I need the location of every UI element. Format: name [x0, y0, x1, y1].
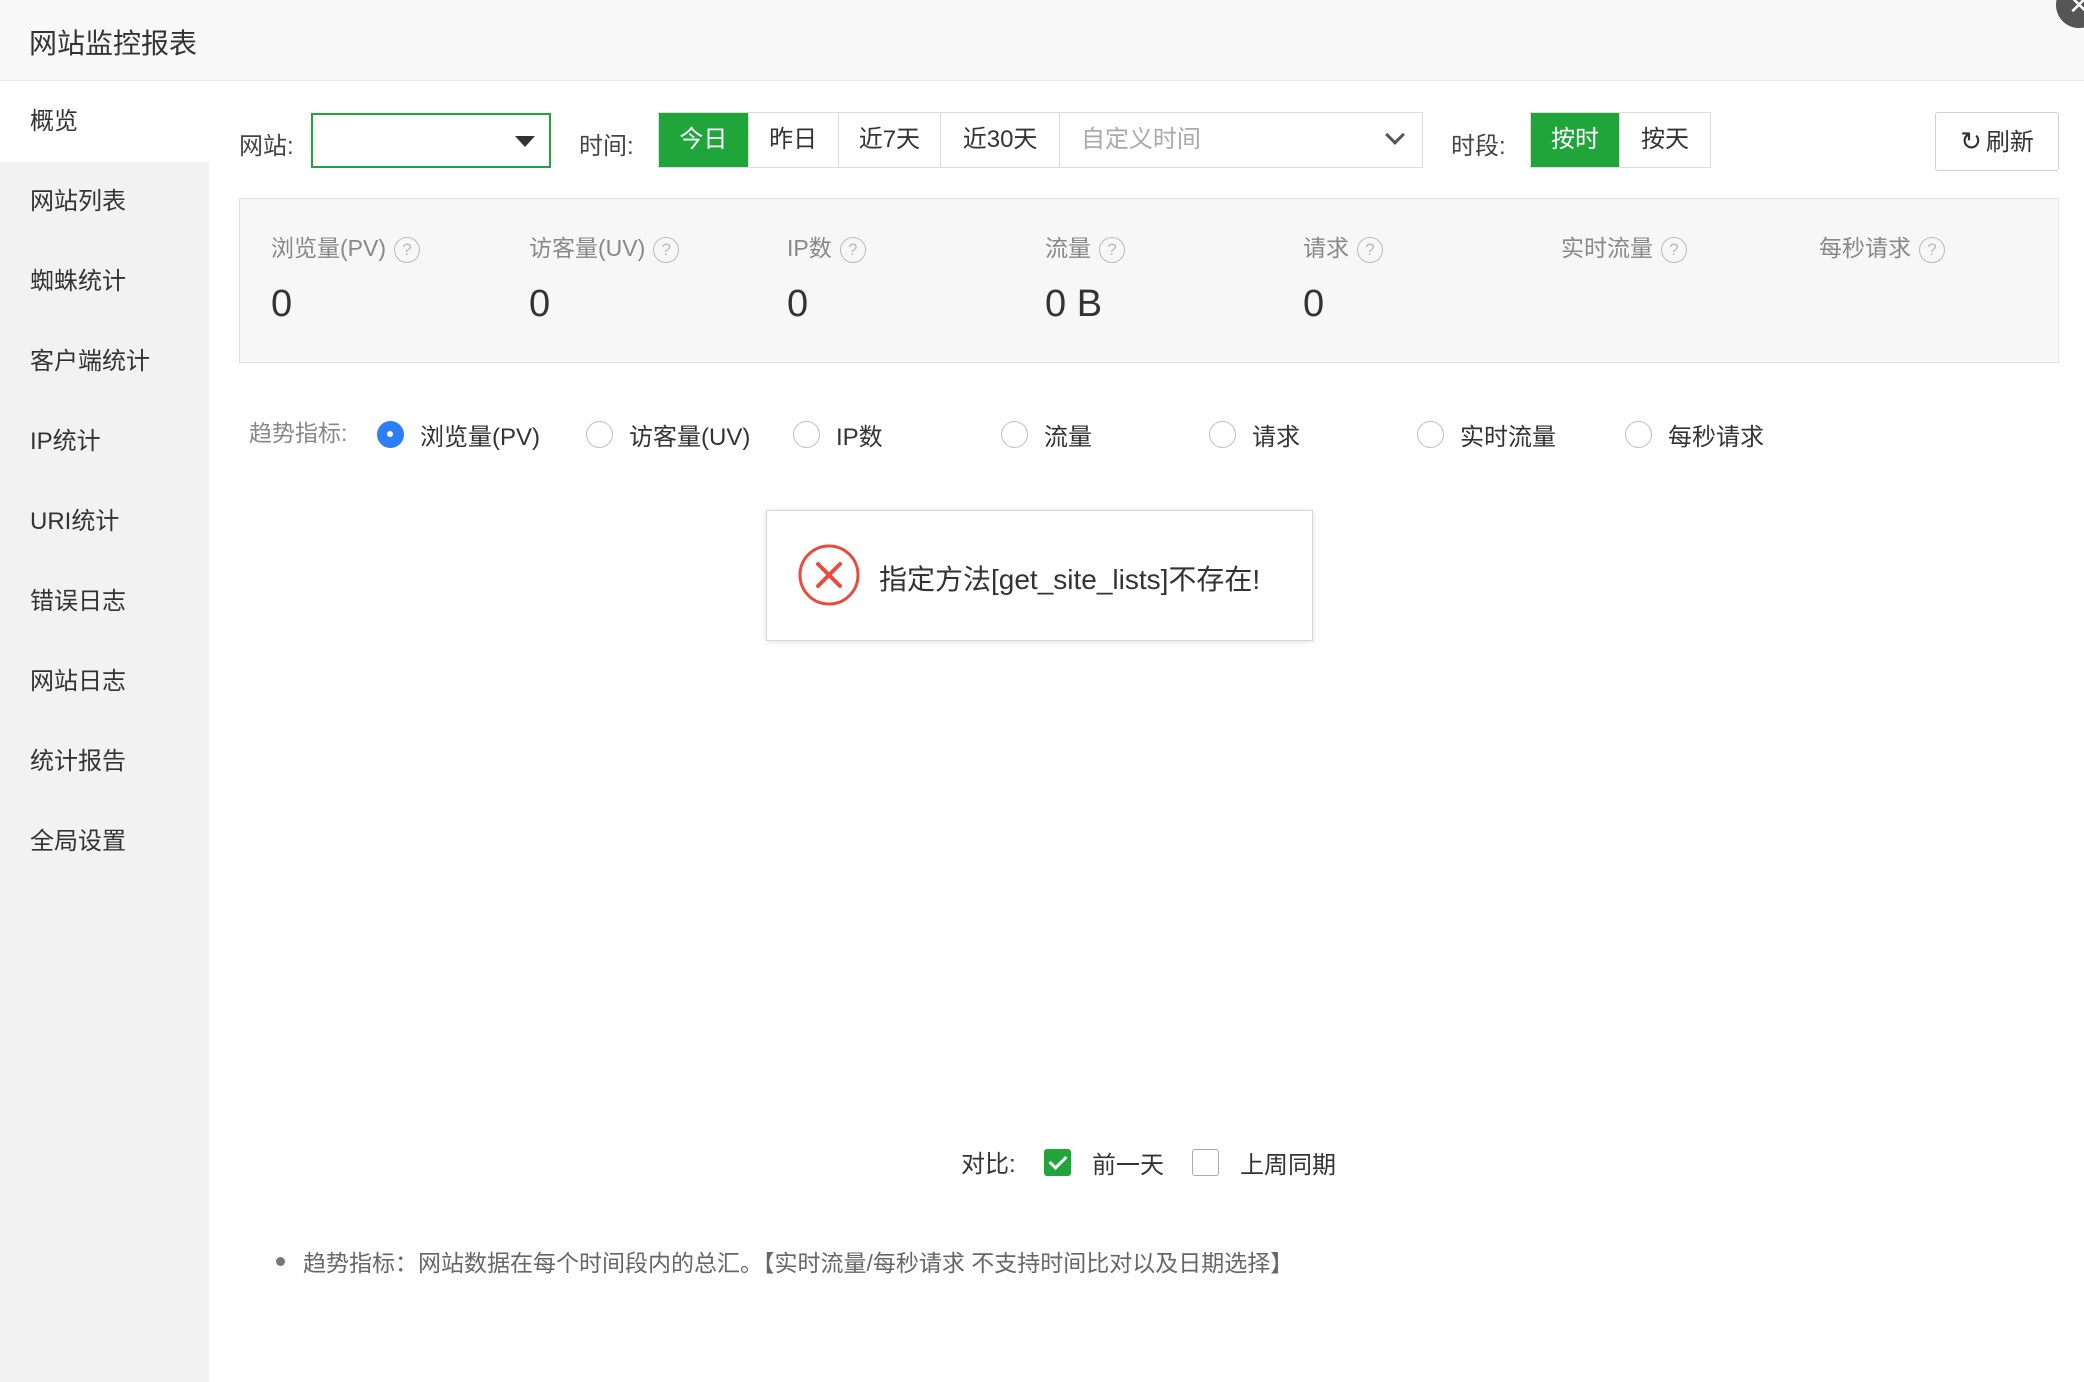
stat-label: 流量 [1045, 235, 1091, 261]
custom-time-placeholder: 自定义时间 [1080, 126, 1201, 153]
stat-realtime-traffic: 实时流量? [1561, 229, 1687, 327]
trend-label: 趋势指标: [249, 420, 348, 446]
help-icon[interactable]: ? [1661, 237, 1687, 263]
sidebar-item-report[interactable]: 统计报告 [0, 722, 209, 802]
checkbox-label: 上周同期 [1240, 1152, 1336, 1179]
stat-label: 实时流量 [1561, 235, 1653, 261]
trend-note: 趋势指标：网站数据在每个时间段内的总汇。【实时流量/每秒请求 不支持时间比对以及… [276, 1244, 1293, 1278]
time-range-group: 今日 昨日 近7天 近30天 自定义时间 [658, 112, 1423, 168]
checkbox-box [1192, 1149, 1219, 1176]
radio-label: 实时流量 [1460, 424, 1556, 451]
stat-value [1561, 283, 1687, 327]
stat-value: 0 [787, 283, 809, 325]
radio-dot [377, 421, 404, 448]
period-hourly-button[interactable]: 按时 [1531, 113, 1620, 167]
stat-label: 访客量(UV) [529, 235, 646, 261]
help-icon[interactable]: ? [1357, 237, 1383, 263]
stat-value: 0 [529, 283, 551, 325]
sidebar-item-uri-stats[interactable]: URI统计 [0, 482, 209, 562]
bullet-icon [276, 1256, 285, 1266]
stat-value [1819, 283, 1945, 327]
trend-radio-realtime-traffic[interactable]: 实时流量 [1417, 417, 1556, 452]
stat-requests: 请求? 0 [1303, 229, 1383, 327]
help-icon[interactable]: ? [1099, 237, 1125, 263]
radio-dot [1625, 421, 1652, 448]
chevron-down-icon [1385, 125, 1405, 145]
radio-label: 流量 [1044, 424, 1092, 451]
help-icon[interactable]: ? [1919, 237, 1945, 263]
sidebar-item-client-stats[interactable]: 客户端统计 [0, 322, 209, 402]
trend-radio-requests[interactable]: 请求 [1209, 417, 1300, 452]
refresh-icon: ↻ [1960, 126, 1982, 156]
stat-value: 0 B [1045, 283, 1103, 325]
stat-uv: 访客量(UV)? 0 [529, 229, 680, 327]
stat-label: IP数 [787, 235, 832, 261]
stats-panel: 浏览量(PV)? 0 访客量(UV)? 0 IP数? 0 流量? 0 B 请求?… [239, 198, 2059, 363]
stat-value: 0 [1303, 283, 1325, 325]
caret-down-icon [515, 136, 535, 147]
stat-pv: 浏览量(PV)? 0 [271, 229, 420, 327]
help-icon[interactable]: ? [394, 237, 420, 263]
radio-label: 请求 [1252, 424, 1300, 451]
time-7days-button[interactable]: 近7天 [839, 113, 942, 167]
sidebar-item-error-log[interactable]: 错误日志 [0, 562, 209, 642]
site-select[interactable] [311, 113, 551, 168]
checkbox-label: 前一天 [1092, 1152, 1164, 1179]
sidebar-item-spider-stats[interactable]: 蜘蛛统计 [0, 242, 209, 322]
compare-last-week-checkbox[interactable]: 上周同期 [1192, 1145, 1336, 1180]
radio-dot [793, 421, 820, 448]
sidebar-item-site-list[interactable]: 网站列表 [0, 162, 209, 242]
stat-value: 0 [271, 283, 293, 325]
stat-requests-per-second: 每秒请求? [1819, 229, 1945, 327]
window-title: 网站监控报表 [29, 28, 198, 59]
sidebar: 概览 网站列表 蜘蛛统计 客户端统计 IP统计 URI统计 错误日志 网站日志 … [0, 82, 209, 1382]
radio-dot [1001, 421, 1028, 448]
stat-label: 每秒请求 [1819, 235, 1911, 261]
trend-radio-pv[interactable]: 浏览量(PV) [377, 417, 540, 452]
custom-time-picker[interactable]: 自定义时间 [1060, 113, 1422, 167]
refresh-label: 刷新 [1985, 129, 2034, 156]
window-titlebar: 网站监控报表 [0, 0, 2084, 81]
site-label: 网站: [239, 133, 294, 160]
period-group: 按时 按天 [1530, 112, 1711, 168]
error-message-text: 指定方法[get_site_lists]不存在! [879, 564, 1261, 595]
sidebar-item-overview[interactable]: 概览 [0, 82, 209, 162]
time-30days-button[interactable]: 近30天 [941, 113, 1060, 167]
sidebar-item-ip-stats[interactable]: IP统计 [0, 402, 209, 482]
error-message-box: 指定方法[get_site_lists]不存在! [766, 510, 1313, 641]
trend-note-text: 趋势指标：网站数据在每个时间段内的总汇。【实时流量/每秒请求 不支持时间比对以及… [303, 1250, 1294, 1276]
radio-label: 访客量(UV) [629, 424, 751, 451]
time-yesterday-button[interactable]: 昨日 [749, 113, 839, 167]
stat-ip: IP数? 0 [787, 229, 866, 327]
stat-traffic: 流量? 0 B [1045, 229, 1125, 327]
checkbox-box [1044, 1149, 1071, 1176]
period-label: 时段: [1451, 133, 1506, 160]
error-x-icon [798, 544, 860, 606]
compare-prev-day-checkbox[interactable]: 前一天 [1044, 1145, 1164, 1180]
help-icon[interactable]: ? [839, 237, 866, 263]
radio-dot [586, 421, 613, 448]
compare-label: 对比: [961, 1151, 1016, 1178]
trend-radio-uv[interactable]: 访客量(UV) [586, 417, 750, 452]
radio-dot [1209, 421, 1236, 448]
radio-label: 浏览量(PV) [420, 424, 540, 451]
trend-radio-traffic[interactable]: 流量 [1001, 417, 1092, 452]
radio-label: IP数 [836, 424, 883, 451]
time-label: 时间: [579, 133, 634, 160]
help-icon[interactable]: ? [653, 237, 680, 263]
stat-label: 浏览量(PV) [271, 235, 386, 261]
trend-radio-requests-per-second[interactable]: 每秒请求 [1625, 417, 1764, 452]
stat-label: 请求 [1303, 235, 1349, 261]
trend-radio-ip[interactable]: IP数 [793, 417, 883, 452]
radio-dot [1417, 421, 1444, 448]
refresh-button[interactable]: ↻ 刷新 [1935, 112, 2059, 171]
period-daily-button[interactable]: 按天 [1620, 113, 1710, 167]
radio-label: 每秒请求 [1668, 424, 1764, 451]
sidebar-item-global-settings[interactable]: 全局设置 [0, 802, 209, 882]
sidebar-item-site-log[interactable]: 网站日志 [0, 642, 209, 722]
time-today-button[interactable]: 今日 [659, 113, 749, 167]
